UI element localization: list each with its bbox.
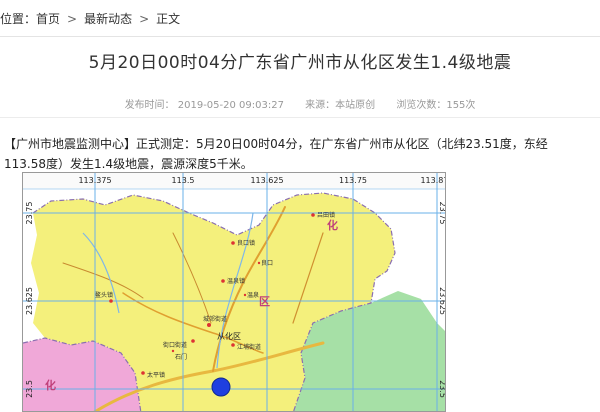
map-region-char: 区 xyxy=(259,295,270,308)
breadcrumb: 位置：首页 > 最新动态 > 正文 xyxy=(0,0,600,37)
breadcrumb-separator: > xyxy=(139,12,150,26)
map-town-label: 温泉 xyxy=(247,291,259,299)
map-right-tick: 23.5 xyxy=(438,380,446,398)
map-town-label: 良口 xyxy=(261,259,273,267)
map-region-char: 化 xyxy=(45,378,56,392)
breadcrumb-separator: > xyxy=(67,12,78,26)
map-town-label: 石门 xyxy=(175,353,187,361)
map-top-tick: 113.75 xyxy=(339,176,367,185)
map-left-tick: 23.625 xyxy=(25,287,34,315)
map-image: 113.375 113.5 113.625 113.75 113.875 23.… xyxy=(23,173,446,411)
article-meta: 发布时间： 2019-05-20 09:03:27 来源：本站原创 浏览次数：1… xyxy=(0,96,600,111)
map-town-label: 城郊街道 xyxy=(203,315,227,323)
map-right-tick: 23.625 xyxy=(438,287,446,315)
breadcrumb-home-link[interactable]: 首页 xyxy=(36,0,60,38)
map-top-tick: 113.625 xyxy=(250,176,283,185)
map-town-label: 鳌头镇 xyxy=(95,291,113,299)
breadcrumb-news-link[interactable]: 最新动态 xyxy=(84,0,132,38)
map-top-tick: 113.375 xyxy=(78,176,111,185)
map-town-label: 良口镇 xyxy=(237,239,255,247)
map-region-char: 化 xyxy=(327,218,338,232)
article-body: 【广州市地震监测中心】正式测定：5月20日00时04分，在广东省广州市从化区（北… xyxy=(4,137,548,171)
breadcrumb-position-label: 位置： xyxy=(0,12,37,26)
meta-divider xyxy=(0,117,600,118)
view-count: 浏览次数：155次 xyxy=(396,100,476,111)
article-source: 来源：本站原创 xyxy=(305,100,376,111)
map-town-label: 温泉镇 xyxy=(227,277,245,285)
map-top-tick: 113.875 xyxy=(420,176,446,185)
breadcrumb-current: 正文 xyxy=(156,12,181,26)
map-left-tick: 23.5 xyxy=(25,380,34,398)
map-town-label: 街口街道 xyxy=(163,341,187,349)
map-town-label: 吕田镇 xyxy=(317,211,335,219)
map-district-label: 从化区 xyxy=(217,331,241,341)
earthquake-map: 113.375 113.5 113.625 113.75 113.875 23.… xyxy=(22,172,446,412)
map-right-tick: 23.75 xyxy=(438,202,446,225)
publish-time: 发布时间： 2019-05-20 09:03:27 xyxy=(124,100,284,111)
map-left-tick: 23.75 xyxy=(25,202,34,225)
epicenter-marker xyxy=(211,377,231,397)
map-town-label: 太平镇 xyxy=(147,371,165,379)
article-title: 5月20日00时04分广东省广州市从化区发生1.4级地震 xyxy=(88,53,512,73)
map-town-label: 江埔街道 xyxy=(237,343,261,351)
map-top-tick: 113.5 xyxy=(172,176,195,185)
